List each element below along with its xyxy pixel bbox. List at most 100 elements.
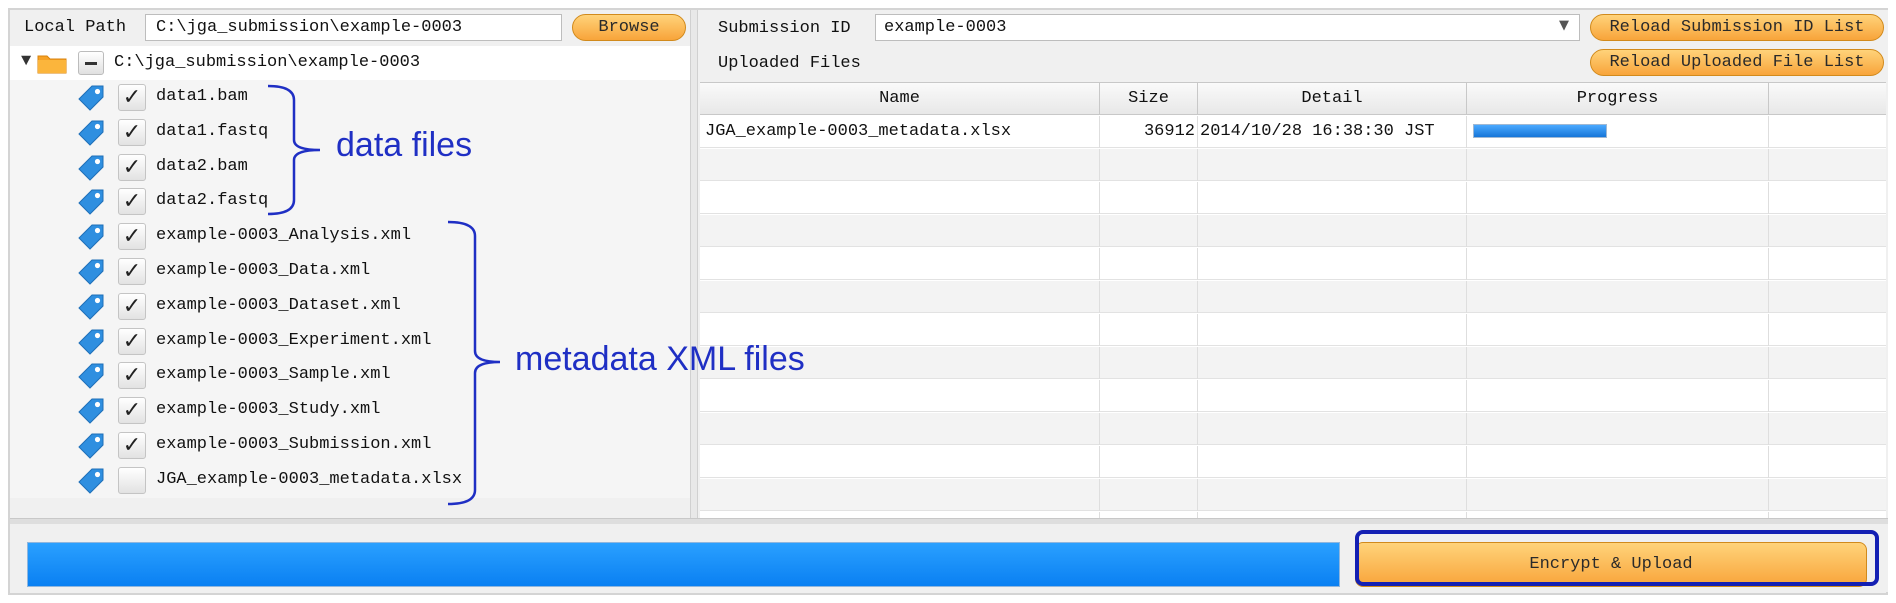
cell-progress [1467, 116, 1769, 148]
file-checkbox[interactable]: ✓ [118, 223, 146, 251]
table-cell [700, 413, 1100, 445]
table-cell [1100, 380, 1198, 412]
file-tree: ▼ C:\jga_submission\example-0003 ✓ data1.… [10, 46, 690, 518]
column-header-size[interactable]: Size [1100, 83, 1198, 115]
table-cell [1769, 446, 1886, 478]
tree-file-row[interactable]: ✓ example-0003_Analysis.xml [10, 219, 690, 255]
file-checkbox[interactable]: ✓ [118, 118, 146, 146]
file-checkbox[interactable]: ✓ [118, 188, 146, 216]
table-cell [1100, 182, 1198, 214]
tag-icon [78, 329, 104, 355]
table-cell [1198, 149, 1467, 181]
cell-detail: 2014/10/28 16:38:30 JST [1198, 116, 1467, 148]
tag-icon [78, 363, 104, 390]
column-header-detail[interactable]: Detail [1198, 83, 1467, 115]
browse-button[interactable]: Browse [572, 14, 686, 41]
expand-triangle-icon[interactable]: ▼ [21, 52, 31, 71]
reload-uploaded-files-button[interactable]: Reload Uploaded File List [1590, 49, 1884, 76]
column-header-name[interactable]: Name [700, 83, 1100, 115]
file-name: example-0003_Experiment.xml [156, 330, 432, 350]
tag-icon [78, 433, 104, 459]
table-cell [1100, 215, 1198, 247]
tag-icon [78, 398, 104, 424]
file-checkbox[interactable]: ✓ [118, 397, 146, 425]
overall-progress-bar [27, 542, 1340, 587]
table-cell [1769, 380, 1886, 412]
table-cell [1198, 281, 1467, 313]
remote-files-pane: Submission ID example-0003 ▼ Reload Subm… [698, 10, 1888, 518]
tag-icon [78, 120, 104, 146]
tag-icon [78, 224, 104, 250]
file-checkbox[interactable]: ✓ [118, 84, 146, 111]
local-files-pane: Local Path C:\jga_submission\example-000… [10, 10, 690, 518]
table-cell [700, 479, 1100, 511]
table-empty-row [700, 380, 1886, 412]
metadata-files-annotation: metadata XML files [515, 340, 805, 378]
table-cell [1100, 248, 1198, 280]
table-empty-row [700, 413, 1886, 445]
table-cell [1769, 149, 1886, 181]
app-window: Local Path C:\jga_submission\example-000… [8, 8, 1888, 595]
table-cell [1100, 314, 1198, 346]
table-empty-row [700, 281, 1886, 313]
table-cell [1467, 479, 1769, 511]
table-cell [1467, 446, 1769, 478]
collapse-icon[interactable] [78, 51, 104, 75]
table-header: Name Size Detail Progress [700, 83, 1886, 115]
file-name: example-0003_Sample.xml [156, 365, 391, 385]
table-cell [1467, 347, 1769, 379]
file-checkbox[interactable]: ✓ [118, 292, 146, 320]
tag-icon [78, 259, 104, 285]
tag-icon [78, 155, 104, 181]
file-checkbox[interactable] [118, 466, 146, 494]
file-name: example-0003_Study.xml [156, 400, 381, 420]
file-checkbox[interactable]: ✓ [118, 362, 146, 390]
table-cell [1769, 182, 1886, 214]
table-cell [1467, 215, 1769, 247]
tree-root-node[interactable]: ▼ C:\jga_submission\example-0003 [10, 46, 690, 80]
table-cell [700, 248, 1100, 280]
tree-file-row[interactable]: ✓ data1.bam [10, 80, 690, 115]
table-cell [1100, 281, 1198, 313]
table-row[interactable]: JGA_example-0003_metadata.xlsx 36912 2014/… [700, 116, 1886, 148]
file-name: example-0003_Data.xml [156, 261, 371, 280]
table-cell [1467, 281, 1769, 313]
table-cell [700, 281, 1100, 313]
tree-file-row[interactable]: ✓ example-0003_Study.xml [10, 393, 690, 429]
table-cell [1467, 380, 1769, 412]
table-empty-row [700, 479, 1886, 511]
file-checkbox[interactable]: ✓ [118, 258, 146, 285]
tree-file-row[interactable]: ✓ data2.fastq [10, 184, 690, 220]
table-cell [1769, 314, 1886, 346]
table-cell [1198, 248, 1467, 280]
tree-file-row[interactable]: ✓ example-0003_Data.xml [10, 254, 690, 289]
table-cell [1100, 479, 1198, 511]
table-cell [1467, 149, 1769, 181]
tree-file-row[interactable]: JGA_example-0003_metadata.xlsx [10, 462, 690, 498]
submission-id-select[interactable]: example-0003 ▼ [875, 14, 1580, 41]
tag-icon [78, 85, 104, 111]
column-header-progress[interactable]: Progress [1467, 83, 1769, 115]
table-cell [1100, 413, 1198, 445]
table-cell [1769, 215, 1886, 247]
table-empty-row [700, 314, 1886, 346]
file-checkbox[interactable]: ✓ [118, 153, 146, 181]
table-cell [1198, 314, 1467, 346]
file-checkbox[interactable]: ✓ [118, 327, 146, 355]
table-cell [1769, 479, 1886, 511]
tag-icon [78, 468, 104, 494]
file-checkbox[interactable]: ✓ [118, 432, 146, 459]
local-path-label: Local Path [24, 17, 127, 37]
table-cell [1198, 347, 1467, 379]
local-path-input[interactable]: C:\jga_submission\example-0003 [145, 14, 562, 41]
table-empty-row [700, 215, 1886, 247]
encrypt-upload-button[interactable]: Encrypt & Upload [1355, 542, 1867, 587]
data-files-annotation: data files [336, 126, 473, 164]
tree-file-row[interactable]: ✓ example-0003_Dataset.xml [10, 288, 690, 324]
reload-submission-id-button[interactable]: Reload Submission ID List [1590, 14, 1884, 41]
vertical-splitter[interactable] [690, 10, 698, 518]
tree-root-label: C:\jga_submission\example-0003 [114, 53, 421, 72]
chevron-down-icon[interactable]: ▼ [1559, 18, 1569, 33]
file-name: JGA_example-0003_metadata.xlsx [156, 469, 463, 489]
tree-file-row[interactable]: ✓ example-0003_Submission.xml [10, 428, 690, 463]
